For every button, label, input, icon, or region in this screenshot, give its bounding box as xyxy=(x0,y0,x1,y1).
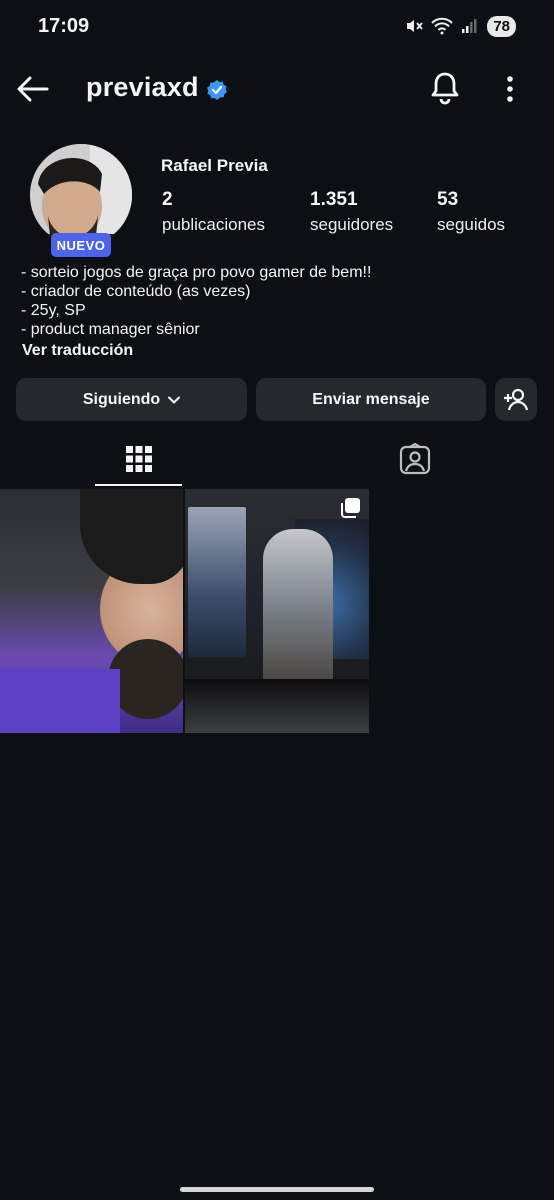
following-button[interactable]: Siguiendo xyxy=(16,378,247,421)
profile-bio: - sorteio jogos de graça pro povo gamer … xyxy=(21,263,541,339)
profile-full-name: Rafael Previa xyxy=(161,156,268,175)
stat-value: 53 xyxy=(437,189,459,210)
post-image-part xyxy=(188,507,246,657)
post-thumbnail[interactable] xyxy=(0,489,183,733)
grid-icon xyxy=(125,446,152,472)
bio-line: - sorteio jogos de graça pro povo gamer … xyxy=(21,264,372,281)
bio-line: - 25y, SP xyxy=(21,302,86,319)
send-message-label: Enviar mensaje xyxy=(312,390,430,408)
arrow-left-icon[interactable] xyxy=(16,74,50,104)
see-translation-link[interactable]: Ver traducción xyxy=(22,342,133,360)
post-image-part xyxy=(80,489,183,584)
profile-username: previaxd xyxy=(86,72,199,102)
profile-tabs xyxy=(0,432,554,488)
post-thumbnail[interactable] xyxy=(185,489,369,733)
status-bar: 17:09 78 xyxy=(0,0,554,52)
posts-grid xyxy=(0,489,554,733)
bio-line: - product manager sênior xyxy=(21,321,200,338)
send-message-button[interactable]: Enviar mensaje xyxy=(256,378,486,421)
stat-value: 1.351 xyxy=(310,189,358,210)
stat-followers[interactable]: 1.351 seguidores xyxy=(310,189,393,235)
stat-following[interactable]: 53 seguidos xyxy=(437,189,505,235)
tab-tagged[interactable] xyxy=(370,432,460,486)
stat-value: 2 xyxy=(162,189,173,210)
signal-icon xyxy=(462,19,477,33)
mute-icon xyxy=(407,20,424,32)
more-vertical-icon[interactable] xyxy=(496,72,524,106)
battery-indicator: 78 xyxy=(487,15,516,37)
new-badge: NUEVO xyxy=(51,233,111,257)
chevron-down-icon xyxy=(168,396,181,404)
stat-label: publicaciones xyxy=(162,215,266,234)
suggested-people-button[interactable] xyxy=(495,378,537,421)
home-indicator[interactable] xyxy=(180,1187,374,1192)
avatar xyxy=(30,144,132,246)
post-image-part xyxy=(185,679,369,733)
status-time: 17:09 xyxy=(38,14,90,37)
status-icons: 78 xyxy=(405,15,516,37)
stat-label: seguidos xyxy=(437,215,506,234)
profile-avatar[interactable] xyxy=(30,144,132,246)
following-label: Siguiendo xyxy=(82,390,161,408)
stat-posts[interactable]: 2 publicaciones xyxy=(162,189,265,235)
tab-posts-grid[interactable] xyxy=(95,432,182,486)
post-image-part xyxy=(263,529,333,689)
verified-badge-icon xyxy=(207,80,227,100)
profile-header: previaxd xyxy=(0,62,554,118)
tagged-person-icon xyxy=(399,443,431,475)
bell-icon[interactable] xyxy=(428,70,462,106)
post-image-part xyxy=(0,669,120,733)
bio-line: - criador de conteúdo (as vezes) xyxy=(21,283,251,300)
add-person-icon xyxy=(504,388,529,410)
stat-label: seguidores xyxy=(310,215,394,234)
wifi-icon xyxy=(431,17,454,35)
multiple-photos-icon xyxy=(341,498,360,518)
avatar-image xyxy=(30,144,132,246)
